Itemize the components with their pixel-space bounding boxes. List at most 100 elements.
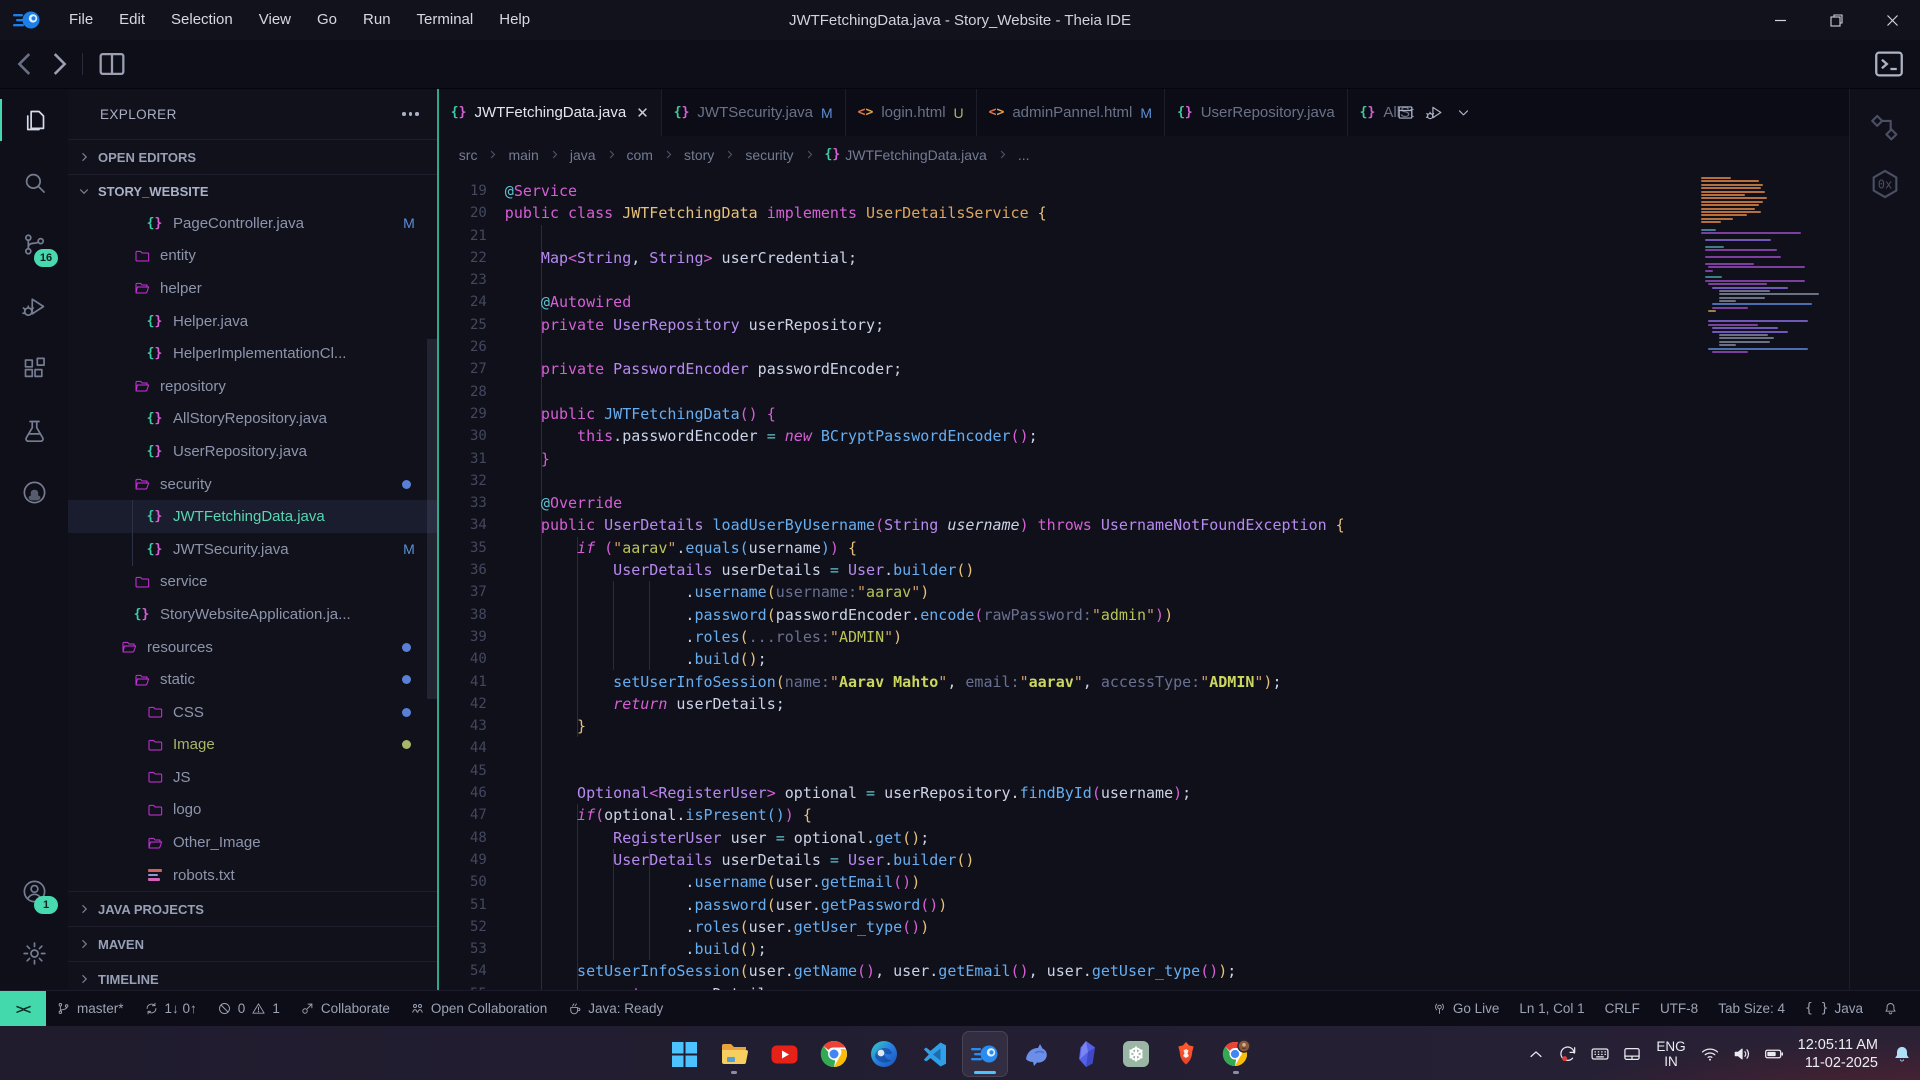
dependency-graph-icon[interactable] bbox=[1868, 111, 1902, 145]
activity-settings-gear-icon[interactable] bbox=[0, 922, 68, 984]
menu-terminal[interactable]: Terminal bbox=[404, 0, 487, 40]
go-live-icon[interactable]: Go Live bbox=[1422, 991, 1510, 1026]
tree-item[interactable]: {}AllStoryRepository.java bbox=[68, 403, 437, 436]
editor-tab[interactable]: <>adminPannel.htmlM bbox=[977, 89, 1165, 136]
breadcrumb-item[interactable]: com bbox=[627, 147, 653, 163]
menu-help[interactable]: Help bbox=[486, 0, 543, 40]
tree-item[interactable]: entity bbox=[68, 240, 437, 273]
tree-item[interactable]: logo bbox=[68, 794, 437, 827]
youtube-icon[interactable] bbox=[762, 1032, 806, 1076]
section-java-projects[interactable]: JAVA PROJECTS bbox=[68, 891, 437, 926]
chrome-icon[interactable] bbox=[812, 1032, 856, 1076]
status-item[interactable]: Tab Size: 4 bbox=[1708, 991, 1795, 1026]
tree-item[interactable]: {}Helper.java bbox=[68, 305, 437, 338]
tree-item[interactable]: {}JWTSecurity.javaM bbox=[68, 533, 437, 566]
tree-item[interactable]: helper bbox=[68, 272, 437, 305]
tree-item[interactable]: resources bbox=[68, 631, 437, 664]
tray-sync-icon[interactable] bbox=[1558, 1044, 1578, 1064]
activity-account-icon[interactable]: 1 bbox=[0, 860, 68, 922]
editor-tab[interactable]: {}JWTFetchingData.java✕ bbox=[439, 89, 662, 136]
editor-tab[interactable]: {}UserRepository.java bbox=[1165, 89, 1348, 136]
project-section[interactable]: STORY_WEBSITE bbox=[68, 174, 437, 207]
chevron-down-icon[interactable] bbox=[1454, 103, 1473, 122]
dolphin-icon[interactable] bbox=[1014, 1032, 1058, 1076]
tree-item[interactable]: {}StoryWebsiteApplication.ja... bbox=[68, 598, 437, 631]
editor-tab[interactable]: <>login.htmlU bbox=[846, 89, 977, 136]
breadcrumb-item[interactable]: security bbox=[745, 147, 793, 163]
toggle-terminal-button[interactable] bbox=[1872, 47, 1906, 81]
split-editor-icon[interactable] bbox=[1396, 103, 1415, 122]
sidebar-scrollbar[interactable] bbox=[427, 339, 437, 699]
tree-item[interactable]: {}UserRepository.java bbox=[68, 435, 437, 468]
language-indicator[interactable]: ENGIN bbox=[1656, 1039, 1685, 1069]
activity-run-debug-icon[interactable] bbox=[0, 275, 68, 337]
restore-button[interactable] bbox=[1808, 0, 1864, 40]
tree-item[interactable]: JS bbox=[68, 761, 437, 794]
tree-item[interactable]: Other_Image bbox=[68, 826, 437, 859]
status-item[interactable]: Ln 1, Col 1 bbox=[1509, 991, 1594, 1026]
breadcrumb-item[interactable]: src bbox=[459, 147, 478, 163]
tray-status-icons[interactable] bbox=[1700, 1044, 1784, 1064]
git-branch-icon[interactable]: master* bbox=[46, 991, 134, 1026]
close-tab-icon[interactable]: ✕ bbox=[636, 104, 649, 122]
start-icon[interactable] bbox=[662, 1032, 706, 1076]
brave-icon[interactable] bbox=[1164, 1032, 1208, 1076]
breadcrumb-item[interactable]: java bbox=[570, 147, 596, 163]
activity-github-icon[interactable] bbox=[0, 461, 68, 523]
file-explorer-icon[interactable] bbox=[712, 1032, 756, 1076]
close-button[interactable] bbox=[1864, 0, 1920, 40]
tree-item[interactable]: robots.txt bbox=[68, 859, 437, 892]
tray-touchpad-icon[interactable] bbox=[1622, 1044, 1642, 1064]
tree-item[interactable]: {}JWTFetchingData.java bbox=[68, 500, 437, 533]
tree-item[interactable]: service bbox=[68, 566, 437, 599]
forward-button[interactable] bbox=[42, 47, 76, 81]
error-circle-icon[interactable]: 01 bbox=[207, 991, 290, 1026]
menu-view[interactable]: View bbox=[246, 0, 304, 40]
menu-edit[interactable]: Edit bbox=[106, 0, 158, 40]
minimap[interactable] bbox=[1697, 177, 1807, 354]
chrome-profile-icon[interactable] bbox=[1214, 1032, 1258, 1076]
more-actions-icon[interactable] bbox=[398, 108, 423, 120]
java-cup-icon[interactable]: Java: Ready bbox=[557, 991, 673, 1026]
tree-item[interactable]: security bbox=[68, 468, 437, 501]
activity-extensions-icon[interactable] bbox=[0, 337, 68, 399]
minimize-button[interactable] bbox=[1752, 0, 1808, 40]
theia-icon[interactable] bbox=[962, 1031, 1008, 1077]
status-item[interactable]: CRLF bbox=[1595, 991, 1650, 1026]
hex-editor-icon[interactable]: 0x bbox=[1868, 167, 1902, 201]
tree-item[interactable]: static bbox=[68, 663, 437, 696]
open-collab-icon[interactable]: Open Collaboration bbox=[400, 991, 557, 1026]
breadcrumb-item[interactable]: ... bbox=[1018, 147, 1030, 163]
tree-item[interactable]: CSS bbox=[68, 696, 437, 729]
menu-selection[interactable]: Selection bbox=[158, 0, 246, 40]
tray-chevron-up-icon[interactable] bbox=[1526, 1044, 1546, 1064]
tree-item[interactable]: {}HelperImplementationCl... bbox=[68, 337, 437, 370]
collaborate-icon[interactable]: Collaborate bbox=[290, 991, 400, 1026]
braces-text[interactable]: { }Java bbox=[1795, 991, 1873, 1026]
activity-files-icon[interactable] bbox=[0, 89, 68, 151]
remote-corner-icon[interactable]: >< bbox=[0, 991, 46, 1026]
activity-source-control-icon[interactable]: 16 bbox=[0, 213, 68, 275]
menu-go[interactable]: Go bbox=[304, 0, 350, 40]
breadcrumb-item[interactable]: story bbox=[684, 147, 714, 163]
tree-item[interactable]: {}PageController.javaM bbox=[68, 207, 437, 240]
section-maven[interactable]: MAVEN bbox=[68, 926, 437, 961]
status-item[interactable]: UTF-8 bbox=[1650, 991, 1708, 1026]
obsidian-icon[interactable] bbox=[1064, 1032, 1108, 1076]
tree-item[interactable]: Image bbox=[68, 729, 437, 762]
chatgpt-icon[interactable] bbox=[1114, 1032, 1158, 1076]
breadcrumb-item[interactable]: main bbox=[508, 147, 538, 163]
bell-icon[interactable] bbox=[1892, 1044, 1912, 1064]
open-editors-section[interactable]: OPEN EDITORS bbox=[68, 139, 437, 174]
run-debug-icon[interactable] bbox=[1425, 103, 1444, 122]
sync-icon[interactable]: 1↓ 0↑ bbox=[134, 991, 207, 1026]
menu-file[interactable]: File bbox=[56, 0, 106, 40]
tray-keyboard-icon[interactable] bbox=[1590, 1044, 1610, 1064]
breadcrumb[interactable]: srcmainjavacomstorysecurity{}JWTFetching… bbox=[439, 136, 1849, 173]
split-columns-button[interactable] bbox=[95, 47, 129, 81]
back-button[interactable] bbox=[8, 47, 42, 81]
clock[interactable]: 12:05:11 AM11-02-2025 bbox=[1798, 1036, 1878, 1072]
tree-item[interactable]: repository bbox=[68, 370, 437, 403]
vscode-icon[interactable] bbox=[912, 1032, 956, 1076]
editor-tab[interactable]: {}JWTSecurity.javaM bbox=[662, 89, 846, 136]
